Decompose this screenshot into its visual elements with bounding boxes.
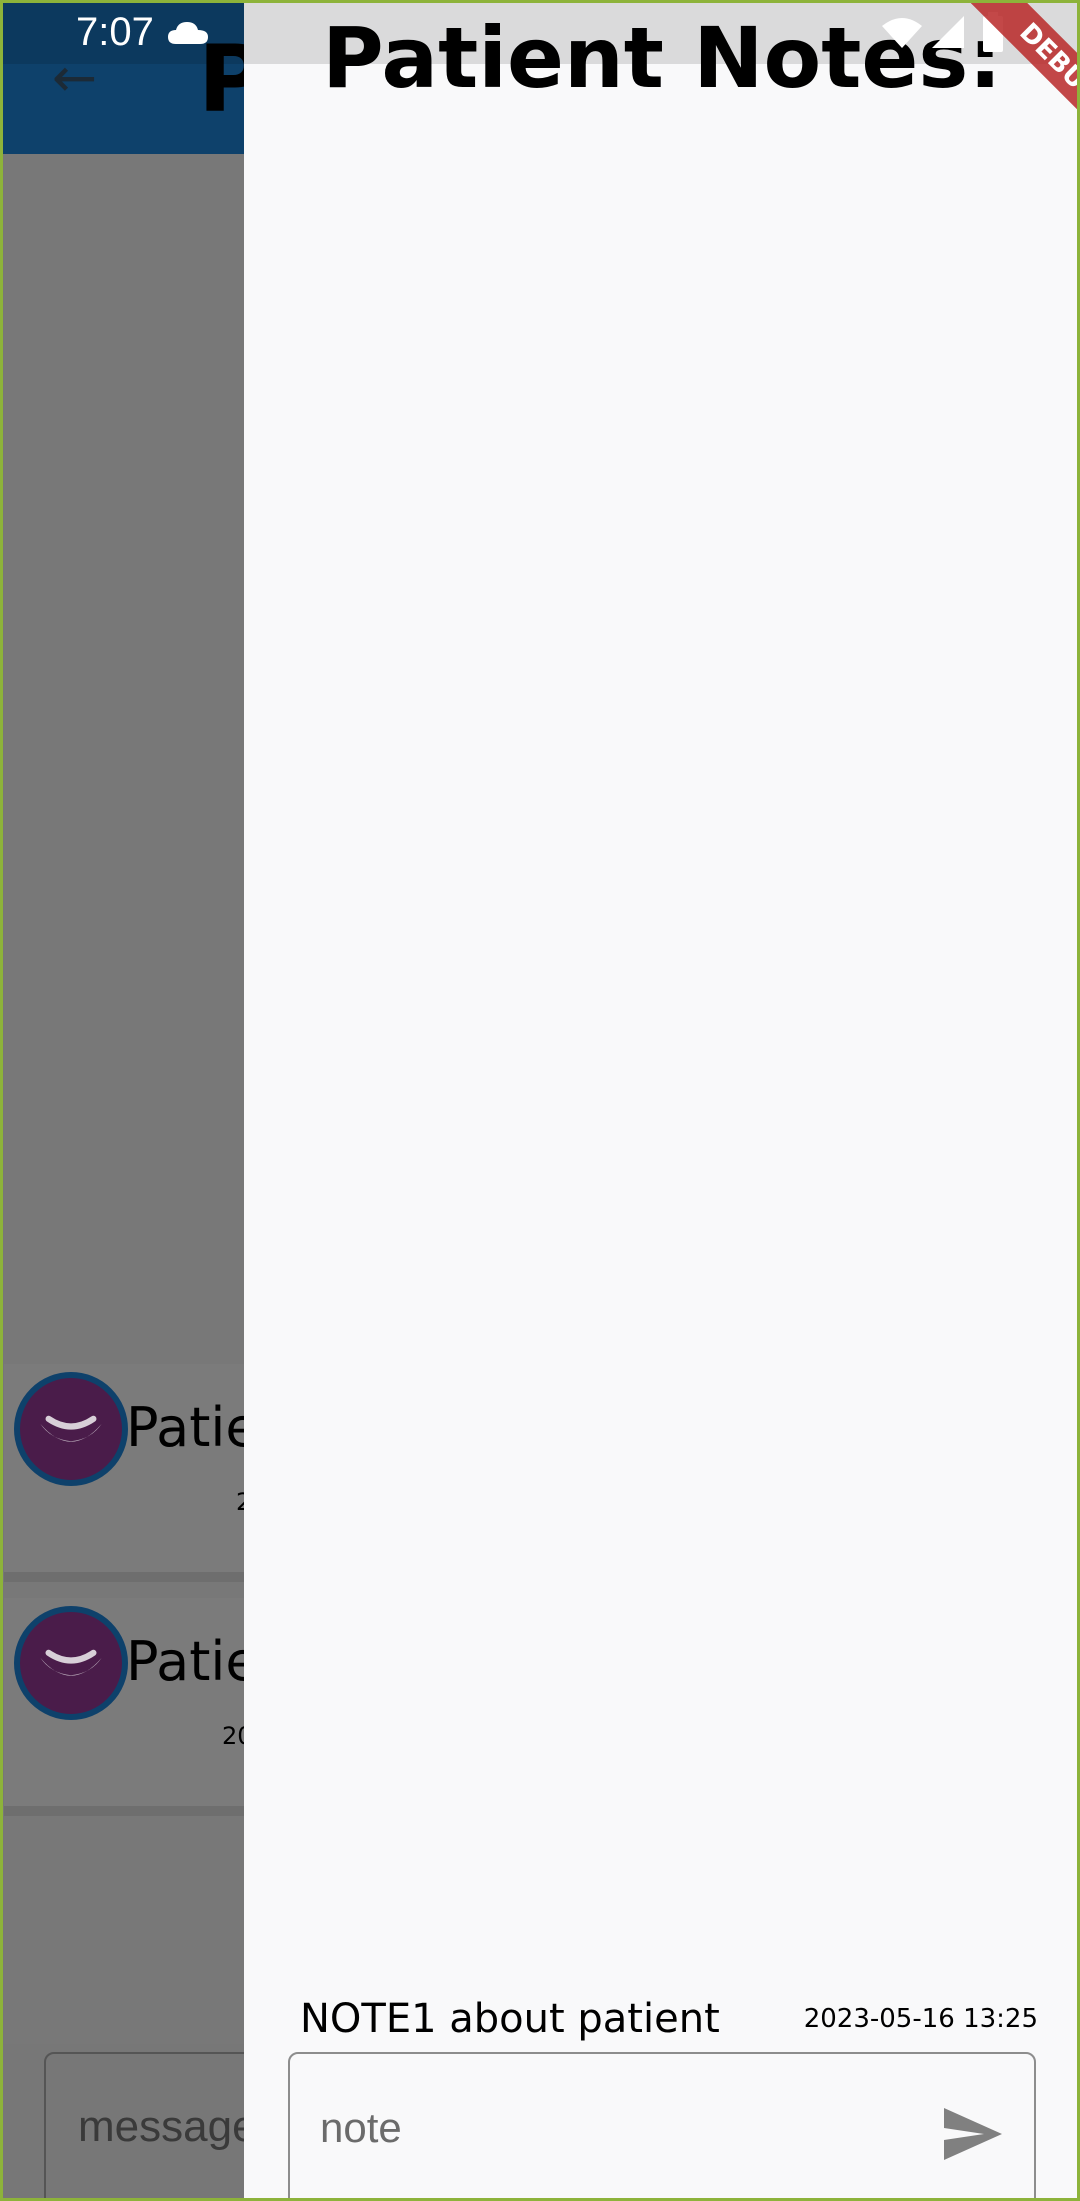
patient-name: Patie xyxy=(126,1630,259,1693)
note-input[interactable] xyxy=(320,2098,920,2158)
patient-name: Patie xyxy=(126,1396,259,1459)
patient-avatar xyxy=(14,1606,128,1720)
note-timestamp: 2023-05-16 13:25 xyxy=(803,2004,1038,2034)
note-item: NOTE1 about patient 2023-05-16 13:25 xyxy=(300,1996,1038,2052)
send-icon[interactable] xyxy=(942,2106,1004,2162)
patient-notes-drawer: Patient Notes: NOTE1 about patient 2023-… xyxy=(244,0,1080,2201)
avatar-image xyxy=(40,1649,102,1676)
note-text: NOTE1 about patient xyxy=(300,1996,720,2042)
avatar-image xyxy=(40,1415,102,1442)
signal-icon xyxy=(932,16,964,48)
battery-icon xyxy=(983,12,1003,52)
status-bar: 7:07 xyxy=(0,0,1080,64)
status-time: 7:07 xyxy=(76,10,154,54)
message-placeholder: message xyxy=(78,2102,257,2151)
patient-avatar xyxy=(14,1372,128,1486)
wifi-icon xyxy=(882,18,922,48)
cloud-icon xyxy=(168,22,208,44)
note-input-container xyxy=(288,2052,1036,2201)
